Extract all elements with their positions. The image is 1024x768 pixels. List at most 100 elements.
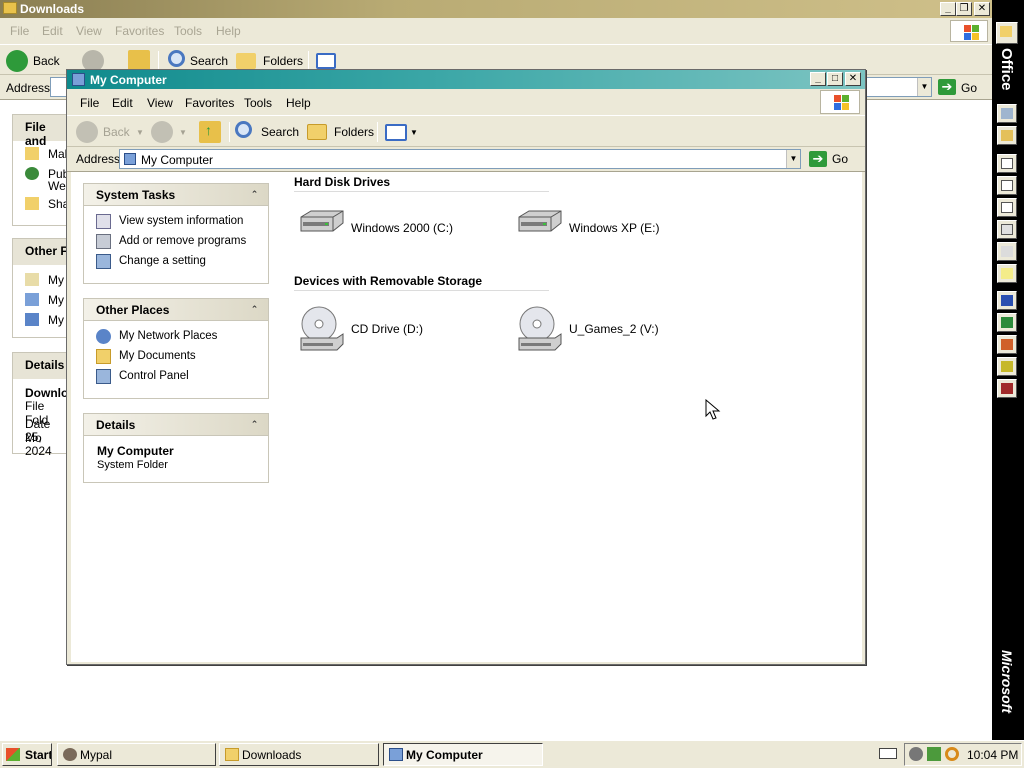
office-shortcut-button[interactable]: [997, 126, 1017, 145]
collapse-chevron-icon[interactable]: ⌃: [248, 188, 261, 201]
menu-tools[interactable]: Tools: [244, 96, 272, 110]
back-button[interactable]: Back ▼: [76, 121, 144, 143]
office-shortcut-button[interactable]: [997, 198, 1017, 217]
menu-edit[interactable]: Edit: [112, 96, 133, 110]
drive-cd-d[interactable]: CD Drive (D:): [297, 304, 507, 351]
network-tray-icon[interactable]: [927, 747, 941, 761]
menu-view[interactable]: View: [147, 96, 173, 110]
drive-windows-2000-c[interactable]: Windows 2000 (C:): [297, 209, 507, 249]
system-tasks-panel: System Tasks ⌃ View system information A…: [83, 183, 269, 284]
office-folder-button[interactable]: [996, 22, 1018, 44]
taskbar-button-mypal[interactable]: Mypal: [57, 743, 216, 766]
maximize-button[interactable]: □: [827, 72, 843, 86]
menu-view[interactable]: View: [76, 24, 102, 38]
taskbar-button-downloads[interactable]: Downloads: [219, 743, 379, 766]
go-arrow-icon[interactable]: ➔: [809, 151, 827, 167]
views-icon: [316, 53, 336, 69]
microsoft-label: Microsoft: [999, 650, 1015, 713]
group-hard-disk-drives: Hard Disk Drives: [294, 175, 549, 192]
menu-favorites[interactable]: Favorites: [115, 24, 164, 38]
collapse-chevron-icon[interactable]: ⌃: [248, 418, 261, 431]
powerpoint-button[interactable]: [997, 335, 1017, 354]
word-button[interactable]: [997, 291, 1017, 310]
up-folder-button[interactable]: ↑: [199, 121, 223, 143]
tray-icon[interactable]: [909, 747, 923, 761]
details-name: Downlo: [25, 386, 69, 400]
views-button[interactable]: ▼: [385, 121, 419, 143]
office-shortcut-button[interactable]: [997, 104, 1017, 123]
hard-drive-icon: [518, 210, 562, 232]
chevron-down-icon[interactable]: ▼: [917, 78, 931, 96]
outlook-icon: [1001, 361, 1013, 372]
place-my-network-places[interactable]: My Network Places: [84, 327, 268, 347]
taskbar-button-my-computer[interactable]: My Computer: [383, 743, 543, 766]
go-button[interactable]: Go: [832, 152, 848, 166]
chevron-down-icon[interactable]: ▼: [786, 150, 800, 168]
keyboard-icon[interactable]: [879, 748, 897, 759]
place-link[interactable]: My: [48, 293, 64, 307]
computer-icon: [389, 748, 403, 761]
drive-u-games-v[interactable]: U_Games_2 (V:): [515, 304, 725, 351]
search-icon: [168, 50, 185, 67]
details-header[interactable]: Details ⌃: [84, 414, 268, 436]
office-shortcut-button[interactable]: [997, 154, 1017, 173]
drive-windows-xp-e[interactable]: Windows XP (E:): [515, 209, 725, 249]
office-shortcut-button[interactable]: [997, 242, 1017, 261]
other-places-header[interactable]: Other Places ⌃: [84, 299, 268, 321]
my-computer-window[interactable]: My Computer _ □ ✕ File Edit View Favorit…: [66, 69, 866, 665]
collapse-chevron-icon[interactable]: ⌃: [248, 303, 261, 316]
system-tasks-header[interactable]: System Tasks ⌃: [84, 184, 268, 206]
restore-button[interactable]: ❐: [956, 2, 972, 16]
address-input[interactable]: My Computer ▼: [119, 149, 801, 169]
close-button[interactable]: ✕: [845, 72, 861, 86]
task-change-setting[interactable]: Change a setting: [84, 252, 268, 272]
place-link[interactable]: My: [48, 273, 64, 287]
minimize-button[interactable]: _: [810, 72, 826, 86]
search-tray-icon[interactable]: [945, 747, 959, 761]
details-panel: Details Downlo File Fold Date Mo 25, 202…: [12, 352, 70, 458]
details-name: My Computer: [97, 444, 174, 458]
office-shortcut-button[interactable]: [997, 264, 1017, 283]
task-icon: [1001, 202, 1013, 213]
place-control-panel[interactable]: Control Panel: [84, 367, 268, 387]
panel-title: Details: [96, 418, 136, 432]
new-document-icon: [1001, 108, 1013, 119]
task-link[interactable]: We: [48, 179, 66, 193]
menu-file[interactable]: File: [10, 24, 29, 38]
clock[interactable]: 10:04 PM: [967, 748, 1018, 762]
search-button[interactable]: Search: [235, 121, 299, 143]
start-button[interactable]: Start: [2, 743, 52, 766]
excel-button[interactable]: [997, 313, 1017, 332]
menu-bar: File Edit View Favorites Tools Help: [67, 89, 865, 115]
office-shortcut-button[interactable]: [997, 220, 1017, 239]
menu-edit[interactable]: Edit: [42, 24, 63, 38]
downloads-title-bar[interactable]: Downloads _ ❐ ✕: [0, 0, 992, 18]
menu-file[interactable]: File: [80, 96, 99, 110]
my-computer-title-bar[interactable]: My Computer _ □ ✕: [67, 70, 865, 89]
task-view-system-info[interactable]: View system information: [84, 212, 268, 232]
close-button[interactable]: ✕: [974, 2, 990, 16]
forward-button[interactable]: ▼: [151, 121, 187, 143]
menu-tools[interactable]: Tools: [174, 24, 202, 38]
menu-favorites[interactable]: Favorites: [185, 96, 234, 110]
mypal-icon: [63, 748, 77, 761]
go-button[interactable]: Go: [961, 81, 977, 95]
windows-logo-icon: [820, 90, 860, 114]
minimize-button[interactable]: _: [940, 2, 956, 16]
folders-button[interactable]: Folders: [307, 121, 374, 143]
place-my-documents[interactable]: My Documents: [84, 347, 268, 367]
task-add-remove-programs[interactable]: Add or remove programs: [84, 232, 268, 252]
access-button[interactable]: [997, 379, 1017, 398]
computer-icon: [72, 73, 85, 86]
windows-logo-icon: [6, 748, 20, 761]
menu-help[interactable]: Help: [216, 24, 241, 38]
office-shortcut-bar: Office Microsoft: [992, 0, 1024, 740]
network-icon: [96, 329, 111, 344]
go-arrow-icon[interactable]: ➔: [938, 79, 956, 95]
office-shortcut-button[interactable]: [997, 176, 1017, 195]
group-removable-storage: Devices with Removable Storage: [294, 274, 549, 291]
menu-help[interactable]: Help: [286, 96, 311, 110]
forward-arrow-icon: [151, 121, 173, 143]
place-link[interactable]: My: [48, 313, 64, 327]
outlook-button[interactable]: [997, 357, 1017, 376]
